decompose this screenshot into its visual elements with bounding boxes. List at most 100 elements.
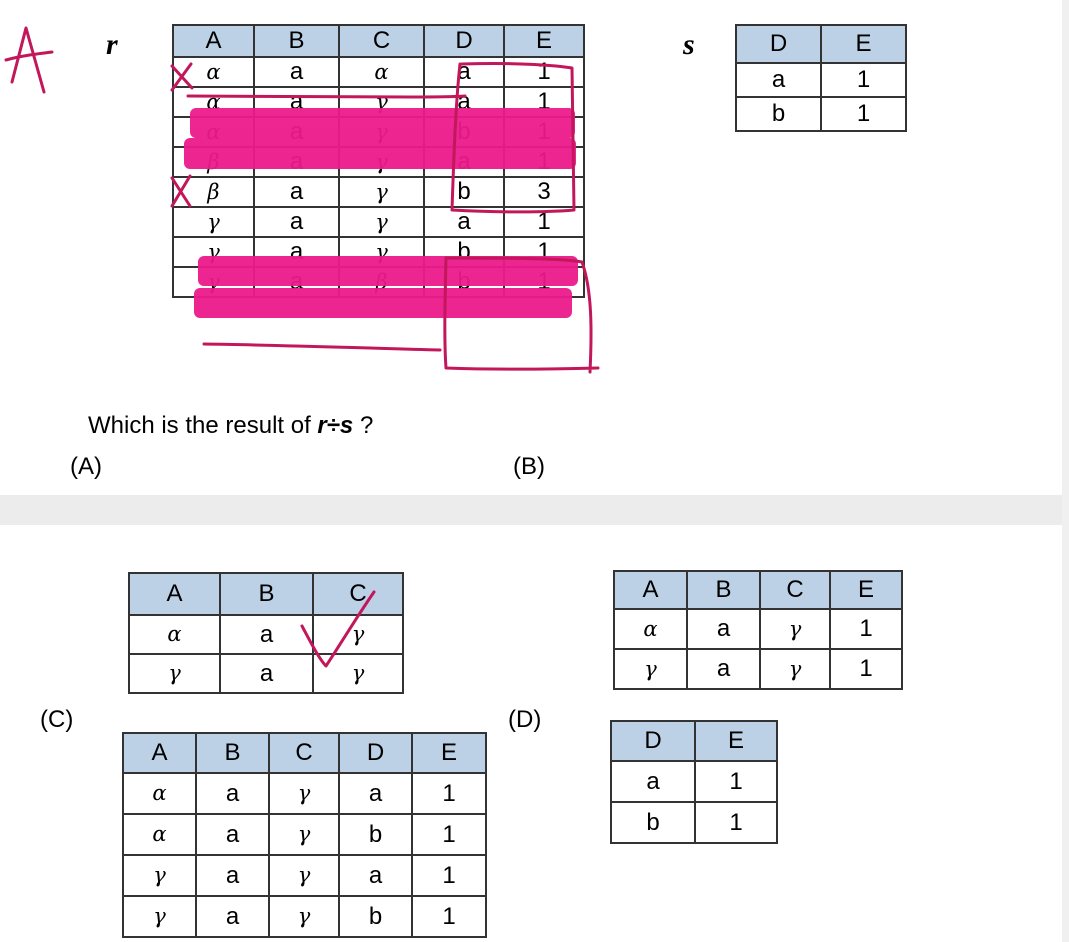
table-cell: γ bbox=[338, 236, 425, 268]
column-header: B bbox=[253, 24, 340, 58]
table-row: αaγb1 bbox=[172, 116, 585, 148]
table-cell: a bbox=[423, 206, 505, 238]
table-cell: γ bbox=[122, 854, 197, 897]
column-header: C bbox=[338, 24, 425, 58]
table-cell: a bbox=[253, 206, 340, 238]
table-cell: b bbox=[735, 96, 822, 132]
table-cell: β bbox=[172, 146, 255, 178]
table-row: γaγb1 bbox=[122, 895, 487, 938]
table-cell: α bbox=[172, 86, 255, 118]
relation-r-label: r bbox=[106, 28, 118, 61]
table-cell: 1 bbox=[503, 266, 585, 298]
table-cell: a bbox=[686, 608, 761, 650]
table-cell: 1 bbox=[694, 760, 778, 803]
column-header: B bbox=[686, 570, 761, 610]
table-cell: α bbox=[613, 608, 688, 650]
table-cell: b bbox=[423, 116, 505, 148]
table-cell: 1 bbox=[503, 236, 585, 268]
table-cell: γ bbox=[338, 146, 425, 178]
column-header: D bbox=[423, 24, 505, 58]
column-header: E bbox=[411, 732, 487, 774]
table-cell: γ bbox=[268, 854, 340, 897]
column-header: B bbox=[219, 572, 314, 616]
table-cell: b bbox=[610, 801, 696, 844]
table-row: a1 bbox=[610, 760, 778, 803]
table-cell: a bbox=[253, 266, 340, 298]
table-cell: b bbox=[423, 176, 505, 208]
page-edge-strip bbox=[1062, 0, 1069, 942]
table-cell: 1 bbox=[694, 801, 778, 844]
table-cell: γ bbox=[172, 206, 255, 238]
column-header: D bbox=[610, 720, 696, 762]
table-cell: a bbox=[195, 813, 270, 856]
table-cell: a bbox=[219, 653, 314, 694]
table-cell: β bbox=[172, 176, 255, 208]
table-cell: γ bbox=[338, 176, 425, 208]
question-text: Which is the result of r÷s ? bbox=[88, 412, 373, 440]
table-cell: 1 bbox=[503, 146, 585, 178]
table-cell: γ bbox=[759, 608, 831, 650]
table-cell: 1 bbox=[411, 772, 487, 815]
table-cell: γ bbox=[338, 86, 425, 118]
table-row: γaγa1 bbox=[172, 206, 585, 238]
table-row: αaγ1 bbox=[613, 608, 903, 650]
table-cell: a bbox=[253, 176, 340, 208]
table-cell: b bbox=[423, 266, 505, 298]
table-row: αaγ bbox=[128, 614, 404, 655]
column-header: D bbox=[735, 24, 822, 64]
option-a-table: A B C αaγγaγ bbox=[128, 572, 404, 694]
table-cell: a bbox=[338, 854, 413, 897]
table-cell: a bbox=[253, 236, 340, 268]
table-cell: γ bbox=[122, 895, 197, 938]
table-cell: 1 bbox=[820, 62, 907, 98]
table-cell: γ bbox=[128, 653, 221, 694]
column-header: E bbox=[694, 720, 778, 762]
question-expression: r÷s bbox=[317, 412, 354, 439]
table-cell: γ bbox=[759, 648, 831, 690]
table-row: βaγa1 bbox=[172, 146, 585, 178]
table-row: γaγ1 bbox=[613, 648, 903, 690]
table-cell: a bbox=[195, 854, 270, 897]
table-row: αaαa1 bbox=[172, 56, 585, 88]
handwritten-a-mark bbox=[4, 26, 54, 94]
table-cell: a bbox=[735, 62, 822, 98]
table-row: αaγa1 bbox=[172, 86, 585, 118]
table-row: b1 bbox=[735, 96, 907, 132]
table-cell: a bbox=[423, 86, 505, 118]
table-cell: 1 bbox=[411, 813, 487, 856]
table-cell: 1 bbox=[411, 854, 487, 897]
table-row: a1 bbox=[735, 62, 907, 98]
question-prefix: Which is the result of bbox=[88, 412, 311, 439]
column-header: A bbox=[613, 570, 688, 610]
table-cell: α bbox=[128, 614, 221, 655]
table-cell: a bbox=[338, 772, 413, 815]
option-b-label: (B) bbox=[513, 453, 545, 480]
table-cell: 1 bbox=[503, 116, 585, 148]
table-cell: α bbox=[338, 56, 425, 88]
table-row: βaγb3 bbox=[172, 176, 585, 208]
table-row: γaγb1 bbox=[172, 236, 585, 268]
table-cell: a bbox=[423, 146, 505, 178]
column-header: E bbox=[829, 570, 903, 610]
section-divider-band bbox=[0, 495, 1062, 525]
table-cell: γ bbox=[172, 236, 255, 268]
option-d-table: D E a1b1 bbox=[610, 720, 778, 844]
column-header: A bbox=[122, 732, 197, 774]
option-c-table: A B C D E αaγa1αaγb1γaγa1γaγb1 bbox=[122, 732, 487, 938]
table-cell: b bbox=[338, 895, 413, 938]
option-c-label: (C) bbox=[40, 706, 74, 733]
option-a-label: (A) bbox=[70, 453, 102, 480]
table-cell: a bbox=[253, 146, 340, 178]
table-cell: 1 bbox=[503, 206, 585, 238]
table-cell: γ bbox=[613, 648, 688, 690]
table-cell: a bbox=[195, 772, 270, 815]
table-cell: b bbox=[338, 813, 413, 856]
table-cell: γ bbox=[312, 614, 404, 655]
table-row: γaβb1 bbox=[172, 266, 585, 298]
table-cell: 1 bbox=[411, 895, 487, 938]
table-row: γaγ bbox=[128, 653, 404, 694]
table-cell: 1 bbox=[503, 86, 585, 118]
table-cell: γ bbox=[268, 895, 340, 938]
table-cell: γ bbox=[268, 813, 340, 856]
table-cell: γ bbox=[312, 653, 404, 694]
